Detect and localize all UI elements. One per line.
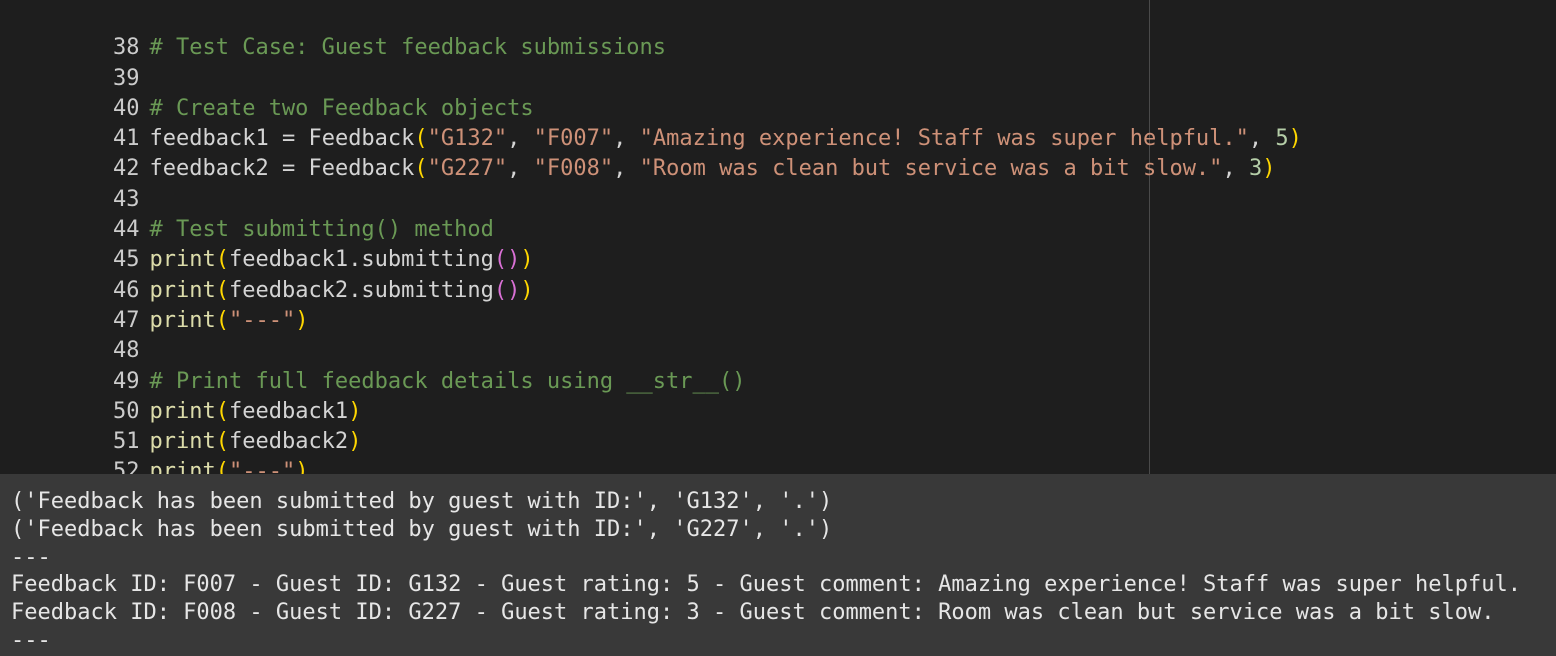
- paren-close: ): [295, 307, 309, 333]
- line-number: 44: [112, 217, 140, 243]
- comma: ,: [507, 156, 534, 182]
- line-number: 43: [112, 186, 140, 212]
- function-name: print: [149, 277, 216, 303]
- code-line-44[interactable]: 44 # Test submitting() method: [0, 185, 1556, 242]
- string-arg: "---": [228, 459, 296, 474]
- code-editor[interactable]: 38 # Test Case: Guest feedback submission…: [0, 0, 1556, 474]
- output-line: ('Feedback has been submitted by guest w…: [11, 489, 833, 514]
- function-name: print: [149, 398, 216, 424]
- call-parens: (): [493, 247, 521, 273]
- line-number: 50: [112, 398, 140, 424]
- string-arg: "F008": [533, 156, 614, 182]
- string-arg: "F007": [533, 126, 614, 152]
- line-number: 42: [112, 156, 140, 182]
- output-line: ('Feedback has been submitted by guest w…: [11, 516, 833, 542]
- number-arg: 5: [1275, 126, 1289, 152]
- string-arg: "Amazing experience! Staff was super hel…: [639, 126, 1249, 152]
- string-arg: "G227": [427, 156, 508, 182]
- object-name: feedback1: [228, 398, 349, 424]
- function-name: print: [149, 429, 216, 455]
- operator: =: [268, 126, 309, 152]
- function-name: print: [149, 307, 216, 333]
- paren-close: ): [348, 398, 362, 424]
- paren-close: ): [348, 429, 362, 455]
- line-number: 40: [112, 95, 140, 121]
- method-name: .submitting: [348, 277, 494, 303]
- output-line: Feedback ID: F008 - Guest ID: G227 - Gue…: [11, 600, 1495, 626]
- paren-open: (: [215, 398, 229, 424]
- paren-close: ): [1288, 126, 1302, 152]
- line-number: 52: [112, 459, 140, 474]
- class-name: Feedback: [308, 126, 415, 152]
- object-name: feedback2: [228, 277, 349, 303]
- string-arg: "---": [228, 307, 296, 333]
- paren-close: ): [295, 459, 309, 474]
- line-number: 39: [112, 65, 140, 91]
- code-line-38[interactable]: 38 # Test Case: Guest feedback submission…: [0, 3, 1556, 60]
- comment: # Print full feedback details using __st…: [149, 368, 746, 394]
- line-number: 45: [112, 247, 140, 273]
- comment: # Test submitting() method: [149, 217, 494, 243]
- comment: # Test Case: Guest feedback submissions: [149, 35, 667, 61]
- string-arg: "G132": [427, 126, 508, 152]
- paren-open: (: [215, 459, 229, 474]
- variable: feedback1: [149, 126, 269, 152]
- output-lines: ('Feedback has been submitted by guest w…: [11, 488, 1521, 655]
- line-number: 47: [112, 307, 140, 333]
- object-name: feedback2: [228, 429, 349, 455]
- function-name: print: [149, 459, 216, 474]
- paren-open: (: [414, 156, 428, 182]
- comma: ,: [1222, 156, 1249, 182]
- paren-close: ): [520, 277, 534, 303]
- comment: # Create two Feedback objects: [149, 95, 534, 121]
- comma: ,: [507, 126, 534, 152]
- string-arg: "Room was clean but service was a bit sl…: [639, 156, 1223, 182]
- line-number: 41: [112, 126, 140, 152]
- paren-open: (: [215, 429, 229, 455]
- comma: ,: [613, 156, 640, 182]
- line-number: 51: [112, 429, 140, 455]
- paren-open: (: [215, 307, 229, 333]
- object-name: feedback1: [228, 247, 349, 273]
- line-number: 46: [112, 277, 140, 303]
- output-line: ---: [11, 627, 51, 653]
- line-number: 49: [112, 368, 140, 394]
- method-name: .submitting: [348, 247, 494, 273]
- paren-close: ): [520, 247, 534, 273]
- comma: ,: [1248, 126, 1276, 152]
- paren-open: (: [215, 247, 229, 273]
- paren-open: (: [414, 126, 428, 152]
- variable: feedback2: [149, 156, 269, 182]
- code-line-40[interactable]: 40 # Create two Feedback objects: [0, 64, 1556, 121]
- code-lines: 38 # Test Case: Guest feedback submission…: [0, 3, 1556, 474]
- line-number: 38: [112, 35, 140, 61]
- class-name: Feedback: [308, 156, 415, 182]
- output-line: ---: [11, 544, 51, 570]
- code-line-49[interactable]: 49 # Print full feedback details using __…: [0, 336, 1556, 394]
- call-parens: (): [493, 277, 521, 303]
- function-name: print: [149, 247, 216, 273]
- paren-open: (: [215, 277, 229, 303]
- line-number: 48: [112, 338, 140, 364]
- operator: =: [268, 156, 309, 182]
- output-line: Feedback ID: F007 - Guest ID: G132 - Gue…: [11, 572, 1521, 598]
- output-panel[interactable]: ('Feedback has been submitted by guest w…: [0, 474, 1556, 656]
- number-arg: 3: [1248, 156, 1263, 182]
- paren-close: ): [1262, 156, 1276, 182]
- comma: ,: [613, 126, 640, 152]
